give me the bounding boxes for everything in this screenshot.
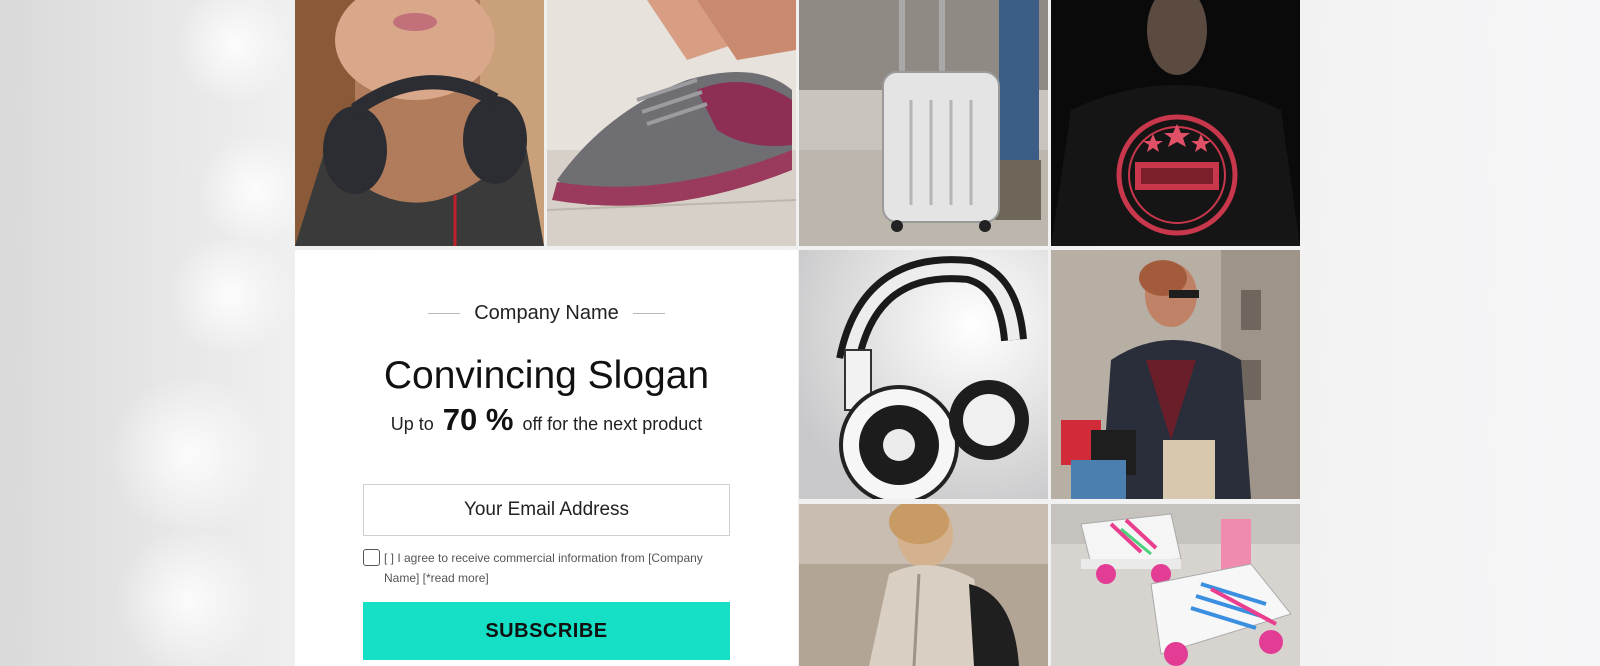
email-input[interactable]: [363, 484, 730, 536]
tying-sneaker-photo: [547, 0, 796, 246]
company-header: Company Name: [295, 302, 798, 325]
background-cloud: [170, 0, 300, 100]
silver-suitcase-photo: [799, 0, 1048, 246]
newsletter-popup-card: Company Name Convincing Slogan Up to 70 …: [295, 250, 798, 666]
woman-shopping-bags-photo: [1051, 250, 1300, 499]
company-name: Company Name: [474, 302, 619, 324]
legendary-tshirt-photo: [1051, 0, 1300, 246]
left-divider: [428, 313, 461, 314]
offer-line: Up to 70 % off for the next product: [295, 402, 798, 438]
consent-row: [ ] I agree to receive commercial inform…: [363, 548, 730, 588]
offer-prefix: Up to: [390, 414, 434, 434]
slogan-heading: Convincing Slogan: [383, 354, 710, 397]
woman-headphones-photo: [295, 0, 544, 246]
white-headphones-photo: [799, 250, 1048, 499]
roller-skates-photo: [1051, 504, 1300, 666]
offer-suffix: off for the next product: [522, 414, 703, 434]
subscribe-button[interactable]: SUBSCRIBE: [363, 602, 730, 660]
consent-checkbox[interactable]: [363, 549, 380, 566]
background-cloud: [200, 130, 310, 250]
background-cloud: [110, 530, 270, 666]
right-divider: [632, 313, 665, 314]
offer-value: 70 %: [442, 402, 514, 437]
background-cloud: [160, 240, 300, 350]
consent-text: [ ] I agree to receive commercial inform…: [384, 551, 703, 585]
woman-backpack-photo: [799, 504, 1048, 666]
background-cloud: [100, 380, 280, 530]
